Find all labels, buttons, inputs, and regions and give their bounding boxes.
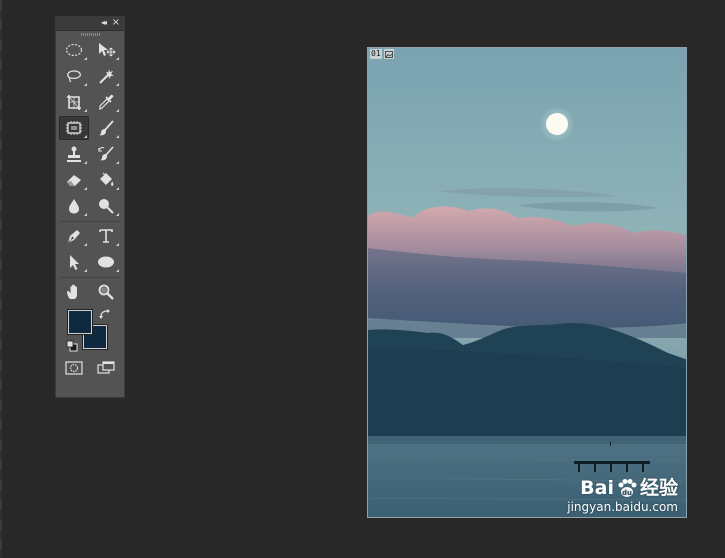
pen-tool[interactable] [59, 224, 89, 248]
blur-icon [68, 199, 79, 214]
screen-mode-icon [97, 361, 115, 374]
zoom-icon [98, 284, 115, 300]
eyedropper-icon [99, 94, 114, 110]
document-canvas[interactable]: 01 Bai du 经验 jingyan.baidu.com [367, 47, 687, 518]
hand-icon [66, 284, 77, 299]
image-icon [383, 49, 394, 59]
quick-mask-button[interactable] [59, 356, 89, 380]
type-tool[interactable] [92, 224, 122, 248]
paint-bucket-tool[interactable] [92, 168, 122, 192]
content-aware-move-icon [65, 121, 82, 135]
panel-header[interactable]: ◂◂ × [56, 17, 124, 31]
magic-wand-icon [99, 69, 115, 84]
type-icon [99, 229, 114, 243]
ellipse-icon [98, 256, 115, 268]
brush-tool[interactable] [92, 116, 122, 140]
swap-colors-icon[interactable] [98, 308, 112, 320]
pen-icon [67, 230, 80, 244]
paw-icon: du [618, 479, 637, 497]
panel-grip[interactable] [56, 31, 124, 38]
close-icon[interactable]: × [112, 17, 120, 29]
logo-suffix: 经验 [639, 477, 678, 499]
ellipse-tool[interactable] [92, 250, 122, 274]
logo-text: Bai [580, 477, 614, 499]
paint-bucket-icon [100, 172, 114, 186]
tool-row [56, 116, 124, 142]
tool-row [56, 250, 124, 276]
tool-row [56, 64, 124, 90]
clone-stamp-tool[interactable] [59, 142, 89, 166]
path-selection-tool[interactable] [59, 250, 89, 274]
history-brush-tool[interactable] [92, 142, 122, 166]
move-icon [99, 43, 116, 57]
tool-row [56, 38, 124, 64]
dodge-tool[interactable] [92, 194, 122, 218]
tools-panel: ◂◂ × [55, 16, 125, 398]
tool-row [56, 356, 124, 380]
tool-row [56, 194, 124, 220]
tool-row [56, 142, 124, 168]
quick-mask-icon [65, 361, 83, 375]
tool-row [56, 90, 124, 116]
tool-row [56, 168, 124, 194]
watermark-url: jingyan.baidu.com [567, 500, 678, 514]
svg-text:du: du [622, 489, 632, 497]
tool-row [56, 224, 124, 250]
collapse-icon[interactable]: ◂◂ [101, 18, 107, 28]
lasso-icon [66, 70, 81, 83]
move-tool[interactable] [92, 38, 122, 62]
workspace: ◂◂ × 01 Bai du 经验 jingyan.baidu.com [0, 0, 725, 558]
foreground-color-swatch[interactable] [67, 309, 93, 335]
blur-tool[interactable] [59, 194, 89, 218]
perspective-crop-icon [66, 95, 81, 110]
eraser-icon [66, 175, 81, 186]
tool-separator [60, 221, 120, 222]
screen-mode-button[interactable] [92, 356, 122, 380]
default-colors-icon[interactable] [66, 340, 78, 352]
tool-separator [60, 277, 120, 278]
perspective-crop-tool[interactable] [59, 90, 89, 114]
eraser-tool[interactable] [59, 168, 89, 192]
clone-stamp-icon [66, 146, 81, 162]
elliptical-marquee-icon [65, 43, 82, 57]
content-aware-move-tool[interactable] [59, 116, 89, 140]
hand-tool[interactable] [59, 280, 89, 304]
eyedropper-tool[interactable] [92, 90, 122, 114]
zoom-tool[interactable] [92, 280, 122, 304]
lasso-tool[interactable] [59, 64, 89, 88]
path-selection-icon [69, 255, 79, 270]
document-number: 01 [370, 49, 382, 59]
magic-wand-tool[interactable] [92, 64, 122, 88]
history-brush-icon [98, 146, 114, 161]
baidu-watermark: Bai du 经验 jingyan.baidu.com [567, 478, 678, 514]
tool-row [56, 280, 124, 306]
baidu-logo: Bai du 经验 [567, 478, 678, 498]
dodge-icon [99, 199, 114, 214]
elliptical-marquee-tool[interactable] [59, 38, 89, 62]
brush-icon [99, 120, 114, 136]
color-swatches [56, 308, 124, 356]
landscape-photo [368, 48, 686, 517]
document-badge: 01 [370, 49, 394, 59]
workspace-edge [0, 0, 2, 558]
